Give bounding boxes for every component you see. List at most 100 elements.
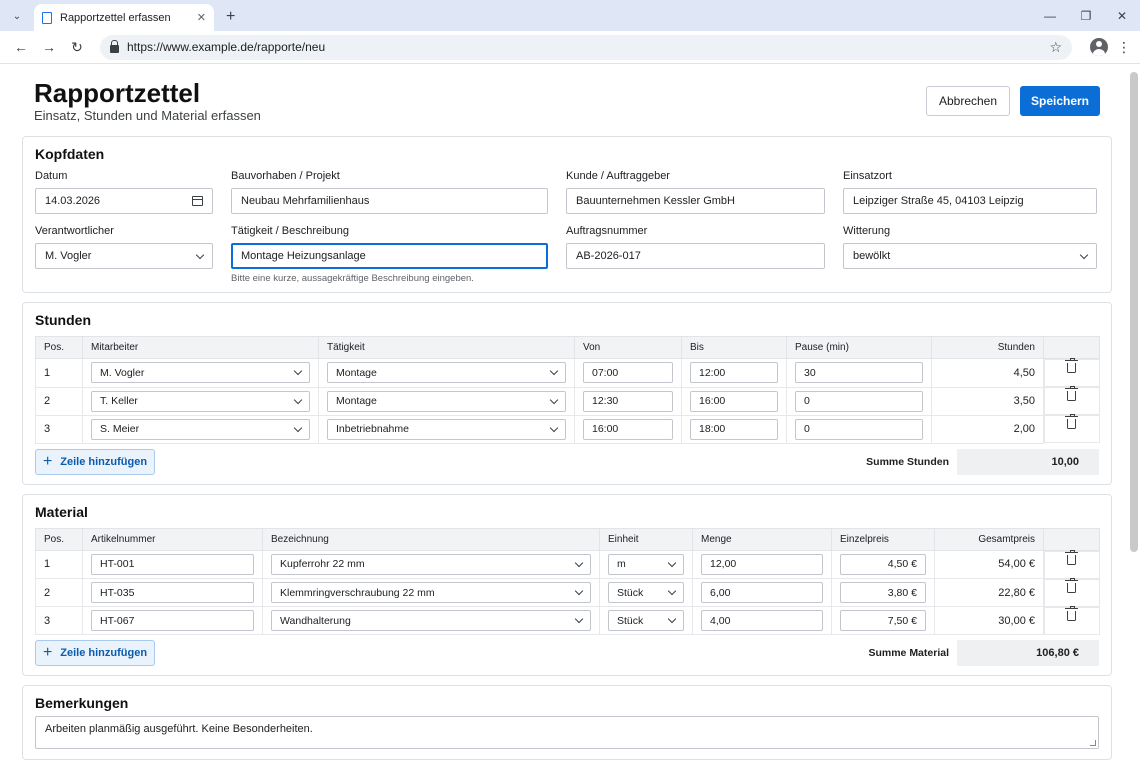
bis-input[interactable]: 12:00 bbox=[690, 362, 778, 384]
summe-material-value: 106,80 € bbox=[957, 640, 1099, 666]
address-bar[interactable]: https://www.example.de/rapporte/neu ☆ bbox=[100, 34, 1072, 60]
pause-input[interactable]: 0 bbox=[795, 390, 923, 412]
add-row-label: Zeile hinzufügen bbox=[60, 455, 148, 468]
artikelnummer-value: HT-035 bbox=[100, 586, 135, 599]
bezeichnung-select[interactable]: Kupferrohr 22 mm bbox=[271, 553, 591, 575]
von-input[interactable]: 16:00 bbox=[583, 418, 673, 440]
tab-search-chevron-icon[interactable]: ⌄ bbox=[6, 5, 28, 27]
chevron-down-icon bbox=[293, 395, 303, 404]
save-button[interactable]: Speichern bbox=[1020, 86, 1100, 116]
table-row: 1 M. Vogler Montage 07:00 12:00 30 4,50 bbox=[35, 358, 1100, 388]
bezeichnung-value: Wandhalterung bbox=[280, 614, 351, 627]
einheit-value: m bbox=[617, 558, 626, 571]
tab-title: Rapportzettel erfassen bbox=[60, 11, 171, 24]
projekt-input[interactable]: Neubau Mehrfamilienhaus bbox=[231, 188, 548, 214]
bezeichnung-select[interactable]: Klemmringverschraubung 22 mm bbox=[271, 582, 591, 603]
pos-cell: 2 bbox=[35, 578, 83, 607]
bemerkungen-textarea[interactable]: Arbeiten planmäßig ausgeführt. Keine Bes… bbox=[35, 716, 1099, 749]
datum-input[interactable]: 14.03.2026 bbox=[35, 188, 213, 214]
trash-icon[interactable] bbox=[1065, 549, 1079, 565]
gesamtpreis-cell: 22,80 € bbox=[934, 578, 1044, 607]
einheit-select[interactable]: Stück bbox=[608, 610, 684, 631]
menge-input[interactable]: 12,00 bbox=[701, 553, 823, 575]
auftragsnummer-field: Auftragsnummer AB-2026-017 bbox=[566, 225, 825, 284]
von-input[interactable]: 07:00 bbox=[583, 362, 673, 384]
cancel-button[interactable]: Abbrechen bbox=[926, 86, 1010, 116]
profile-avatar-icon[interactable] bbox=[1090, 38, 1108, 56]
einheit-select[interactable]: Stück bbox=[608, 582, 684, 603]
col-header: Pos. bbox=[35, 336, 83, 359]
reload-icon[interactable]: ↻ bbox=[64, 34, 90, 60]
datum-field: Datum 14.03.2026 bbox=[35, 170, 213, 214]
table-row: 3 HT-067 Wandhalterung Stück 4,00 7,50 €… bbox=[35, 605, 1100, 635]
document-icon bbox=[42, 11, 52, 24]
bis-input[interactable]: 16:00 bbox=[690, 390, 778, 412]
bezeichnung-select[interactable]: Wandhalterung bbox=[271, 610, 591, 631]
col-header: Artikelnummer bbox=[82, 527, 263, 551]
einzelpreis-input[interactable]: 3,80 € bbox=[840, 582, 926, 603]
browser-menu-icon[interactable]: ⋮ bbox=[1116, 39, 1132, 56]
back-icon[interactable]: ← bbox=[8, 34, 34, 60]
new-tab-icon[interactable]: + bbox=[226, 9, 235, 25]
calendar-icon[interactable] bbox=[192, 196, 203, 206]
table-row: 2 T. Keller Montage 12:30 16:00 0 3,50 bbox=[35, 386, 1100, 416]
restore-icon[interactable]: ❐ bbox=[1068, 0, 1104, 31]
window-close-icon[interactable]: ✕ bbox=[1104, 0, 1140, 31]
artikelnummer-input[interactable]: HT-001 bbox=[91, 553, 254, 575]
chevron-down-icon bbox=[1079, 250, 1089, 259]
verantwortlicher-select[interactable]: M. Vogler bbox=[35, 243, 213, 269]
einsatzort-label: Einsatzort bbox=[843, 170, 892, 182]
table-row: 1 HT-001 Kupferrohr 22 mm m 12,00 4,50 €… bbox=[35, 549, 1100, 579]
einzelpreis-input[interactable]: 4,50 € bbox=[840, 553, 926, 575]
mitarbeiter-select[interactable]: S. Meier bbox=[91, 418, 310, 440]
einzelpreis-value: 7,50 € bbox=[887, 614, 917, 627]
add-material-row-button[interactable]: + Zeile hinzufügen bbox=[35, 640, 155, 666]
witterung-select[interactable]: bewölkt bbox=[843, 243, 1097, 269]
pause-input[interactable]: 30 bbox=[795, 362, 923, 384]
bis-input[interactable]: 18:00 bbox=[690, 418, 778, 440]
forward-icon[interactable]: → bbox=[36, 34, 62, 60]
einheit-select[interactable]: m bbox=[608, 553, 684, 575]
projekt-value: Neubau Mehrfamilienhaus bbox=[241, 195, 370, 207]
trash-icon[interactable] bbox=[1065, 577, 1079, 593]
kunde-value: Bauunternehmen Kessler GmbH bbox=[576, 195, 735, 207]
taetigkeit-select[interactable]: Montage bbox=[327, 390, 566, 412]
kunde-input[interactable]: Bauunternehmen Kessler GmbH bbox=[566, 188, 825, 214]
von-input[interactable]: 12:30 bbox=[583, 390, 673, 412]
pos-cell: 3 bbox=[35, 606, 83, 635]
stunden-heading: Stunden bbox=[35, 312, 91, 328]
menge-input[interactable]: 6,00 bbox=[701, 582, 823, 603]
mitarbeiter-select[interactable]: M. Vogler bbox=[91, 362, 310, 384]
trash-icon[interactable] bbox=[1065, 414, 1079, 429]
einzelpreis-input[interactable]: 7,50 € bbox=[840, 610, 926, 631]
add-stunden-row-button[interactable]: + Zeile hinzufügen bbox=[35, 448, 155, 475]
menge-input[interactable]: 4,00 bbox=[701, 610, 823, 631]
tab-close-icon[interactable]: ✕ bbox=[197, 11, 206, 24]
browser-tab-active[interactable]: Rapportzettel erfassen ✕ bbox=[34, 4, 214, 31]
mitarbeiter-select[interactable]: T. Keller bbox=[91, 390, 310, 412]
pause-input[interactable]: 0 bbox=[795, 418, 923, 440]
mitarbeiter-value: T. Keller bbox=[100, 395, 138, 407]
gesamtpreis-cell: 30,00 € bbox=[934, 606, 1044, 635]
verantwortlicher-label: Verantwortlicher bbox=[35, 225, 114, 237]
auftragsnummer-input[interactable]: AB-2026-017 bbox=[566, 243, 825, 269]
trash-icon[interactable] bbox=[1065, 386, 1079, 401]
taetigkeit-input[interactable]: Montage Heizungsanlage bbox=[231, 243, 548, 269]
artikelnummer-input[interactable]: HT-067 bbox=[91, 610, 254, 631]
von-value: 07:00 bbox=[592, 366, 619, 379]
minimize-icon[interactable]: — bbox=[1032, 0, 1068, 31]
bookmark-star-icon[interactable]: ☆ bbox=[1049, 39, 1062, 56]
page-scrollbar[interactable] bbox=[1130, 72, 1138, 552]
trash-icon[interactable] bbox=[1065, 358, 1079, 373]
taetigkeit-value: Montage bbox=[336, 366, 377, 379]
artikelnummer-input[interactable]: HT-035 bbox=[91, 582, 254, 603]
einsatzort-value: Leipziger Straße 45, 04103 Leipzig bbox=[853, 195, 1024, 207]
chevron-down-icon bbox=[574, 558, 584, 567]
taetigkeit-select[interactable]: Inbetriebnahme bbox=[327, 418, 566, 440]
resize-handle-icon[interactable] bbox=[1090, 740, 1096, 746]
add-row-label: Zeile hinzufügen bbox=[60, 647, 148, 659]
taetigkeit-select[interactable]: Montage bbox=[327, 362, 566, 384]
artikelnummer-value: HT-067 bbox=[100, 614, 135, 627]
einsatzort-input[interactable]: Leipziger Straße 45, 04103 Leipzig bbox=[843, 188, 1097, 214]
trash-icon[interactable] bbox=[1065, 605, 1079, 621]
